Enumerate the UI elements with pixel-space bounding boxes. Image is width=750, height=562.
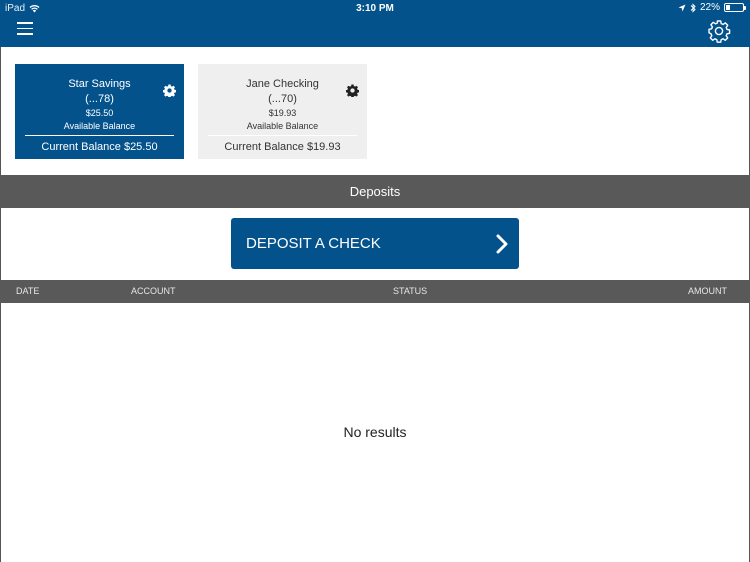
battery-percent: 22% [699,2,720,13]
account-number: (...70) [268,93,297,105]
battery-icon [724,3,746,12]
current-balance: Current Balance $19.93 [224,141,341,153]
settings-button[interactable] [707,19,731,43]
current-balance: Current Balance $25.50 [41,141,158,153]
location-icon [678,4,686,11]
account-number: (...78) [85,93,114,105]
deposits-table-header: DATE ACCOUNT STATUS AMOUNT [0,280,750,303]
empty-state-text: No results [343,424,407,440]
chevron-right-icon [496,234,508,254]
available-label: Available Balance [63,121,136,131]
account-card-jane-checking[interactable]: Jane Checking (...70) $19.93 Available B… [198,64,367,159]
column-header-status[interactable]: STATUS [393,280,427,303]
column-header-date[interactable]: DATE [16,280,39,303]
account-settings-icon[interactable] [163,84,176,97]
account-card-star-savings[interactable]: Star Savings (...78) $25.50 Available Ba… [15,64,184,159]
status-time: 3:10 PM [356,3,394,14]
column-header-account[interactable]: ACCOUNT [131,280,176,303]
available-amount: $19.93 [268,108,297,118]
menu-button[interactable] [17,22,33,38]
deposit-check-label: DEPOSIT A CHECK [246,235,381,252]
battery-fill [726,5,730,10]
account-name: Jane Checking [246,78,319,90]
card-divider [208,135,357,136]
available-label: Available Balance [246,121,319,131]
account-settings-icon[interactable] [346,84,359,97]
hamburger-icon [17,22,33,35]
status-right: 22% [678,2,746,13]
status-bar: iPad 3:10 PM 22% [0,0,750,16]
deposits-header: Deposits [0,175,750,208]
available-amount: $25.50 [85,108,114,118]
gear-icon [708,20,731,43]
column-header-amount[interactable]: AMOUNT [688,280,727,303]
deposit-check-button[interactable]: DEPOSIT A CHECK [231,218,519,269]
card-divider [25,135,174,136]
account-name: Star Savings [68,78,131,90]
bluetooth-icon [690,2,696,13]
top-bar: iPad 3:10 PM 22% [0,0,750,47]
